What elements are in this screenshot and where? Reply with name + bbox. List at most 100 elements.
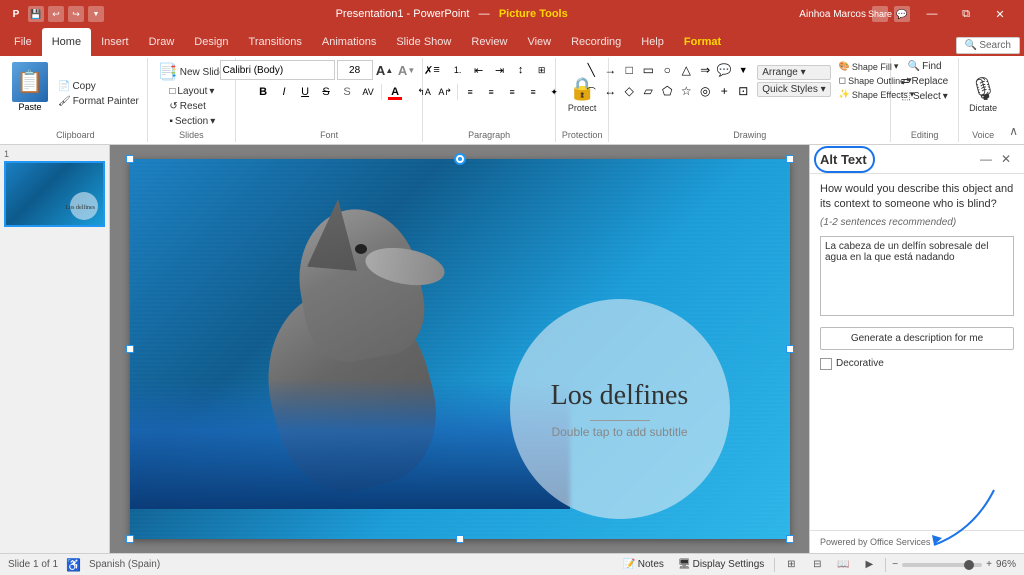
tab-insert[interactable]: Insert — [91, 28, 139, 56]
dictate-button[interactable]: 🎙 Dictate — [965, 74, 1001, 115]
handle-bm[interactable] — [456, 535, 464, 543]
minimize-button[interactable]: — — [916, 0, 948, 28]
align-center-button[interactable]: ≡ — [481, 82, 501, 102]
font-color-button[interactable]: A — [385, 82, 405, 102]
tab-format[interactable]: Format — [674, 28, 731, 56]
star-shape[interactable]: ☆ — [676, 81, 696, 101]
strikethrough-button[interactable]: S — [316, 82, 336, 102]
zoom-in-button[interactable]: + — [986, 559, 992, 570]
dbl-arrow-shape[interactable]: ↔ — [600, 81, 620, 101]
search-box[interactable]: 🔍 Search — [956, 37, 1020, 54]
slide-sorter-button[interactable]: ⊟ — [807, 557, 827, 573]
collapse-ribbon-button[interactable]: ∧ — [1007, 122, 1020, 140]
replace-button[interactable]: ⇄ Replace — [897, 75, 952, 88]
display-settings-button[interactable]: 🖥 Display Settings — [674, 558, 768, 571]
tab-design[interactable]: Design — [184, 28, 238, 56]
parallelogram-shape[interactable]: ▱ — [638, 81, 658, 101]
tab-review[interactable]: Review — [461, 28, 517, 56]
quick-access-save[interactable]: 💾 — [28, 6, 44, 22]
triangle-shape[interactable]: △ — [676, 60, 696, 80]
format-painter-button[interactable]: 🖌 Format Painter — [54, 95, 143, 108]
restore-button[interactable]: ⧉ — [950, 0, 982, 28]
arrow-shape[interactable]: → — [600, 60, 620, 80]
comments-button[interactable]: 💬 — [894, 6, 910, 22]
font-size-input[interactable] — [337, 60, 373, 80]
align-left-button[interactable]: ≡ — [460, 82, 480, 102]
find-button[interactable]: 🔍 Find — [904, 60, 946, 73]
normal-view-button[interactable]: ⊞ — [781, 557, 801, 573]
handle-br[interactable] — [786, 535, 794, 543]
handle-tr[interactable] — [786, 155, 794, 163]
more-shapes[interactable]: ▼ — [733, 60, 753, 80]
connector-shape[interactable]: ⌒ — [581, 81, 601, 101]
frame-shape[interactable]: ⊡ — [733, 81, 753, 101]
tab-transitions[interactable]: Transitions — [239, 28, 312, 56]
section-button[interactable]: ▪ Section ▾ — [165, 115, 219, 128]
slide-thumbnail[interactable]: Los delfines — [4, 161, 105, 227]
decrease-indent-button[interactable]: ⇤ — [469, 60, 489, 80]
handle-bl[interactable] — [126, 535, 134, 543]
tab-file[interactable]: File — [4, 28, 42, 56]
underline-button[interactable]: U — [295, 82, 315, 102]
layout-button[interactable]: □ Layout ▾ — [165, 85, 219, 98]
quick-access-undo[interactable]: ↩ — [48, 6, 64, 22]
copy-button[interactable]: 📄 Copy — [54, 80, 143, 93]
zoom-out-button[interactable]: − — [892, 559, 898, 570]
paste-button[interactable]: 📋 Paste — [8, 60, 52, 128]
tab-help[interactable]: Help — [631, 28, 674, 56]
columns-button[interactable]: ⊞ — [532, 60, 552, 80]
text-dir-ltr-button[interactable]: ↰A — [414, 82, 434, 102]
line-spacing-button[interactable]: ↕ — [511, 60, 531, 80]
numbering-button[interactable]: 1. — [448, 60, 468, 80]
select-button[interactable]: ⬚ Select ▾ — [897, 90, 951, 103]
share-button[interactable]: Share — [872, 6, 888, 22]
tab-slideshow[interactable]: Slide Show — [386, 28, 461, 56]
bullets-button[interactable]: ≡ — [427, 60, 447, 80]
donut-shape[interactable]: ◎ — [695, 81, 715, 101]
text-dir-rtl-button[interactable]: A↱ — [435, 82, 455, 102]
pentagon-shape[interactable]: ⬠ — [657, 81, 677, 101]
quick-styles-button[interactable]: Quick Styles ▾ — [757, 82, 830, 97]
zoom-slider[interactable] — [902, 563, 982, 567]
alt-text-close-button[interactable]: ✕ — [998, 151, 1014, 167]
tab-draw[interactable]: Draw — [139, 28, 185, 56]
shadow-button[interactable]: S — [337, 82, 357, 102]
tab-animations[interactable]: Animations — [312, 28, 386, 56]
handle-mr[interactable] — [786, 345, 794, 353]
close-button[interactable]: ✕ — [984, 0, 1016, 28]
font-name-select[interactable] — [220, 60, 335, 80]
alt-text-input[interactable]: La cabeza de un delfín sobresale del agu… — [820, 236, 1014, 316]
reset-button[interactable]: ↺ Reset — [165, 100, 219, 113]
tab-recording[interactable]: Recording — [561, 28, 631, 56]
increase-font-button[interactable]: A▲ — [375, 60, 395, 80]
right-arrow-shape[interactable]: ⇒ — [695, 60, 715, 80]
alt-text-minimize-button[interactable]: — — [978, 151, 994, 167]
rect-shape[interactable]: □ — [619, 60, 639, 80]
line-shape[interactable]: ╲ — [581, 60, 601, 80]
tab-home[interactable]: Home — [42, 28, 91, 56]
arrange-button[interactable]: Arrange ▾ — [757, 65, 830, 80]
circle-shape[interactable]: ○ — [657, 60, 677, 80]
quick-access-redo[interactable]: ↪ — [68, 6, 84, 22]
rounded-rect-shape[interactable]: ▭ — [638, 60, 658, 80]
quick-access-customize[interactable]: ▼ — [88, 6, 104, 22]
justify-button[interactable]: ≡ — [523, 82, 543, 102]
italic-button[interactable]: I — [274, 82, 294, 102]
tab-view[interactable]: View — [517, 28, 561, 56]
reading-view-button[interactable]: 📖 — [833, 557, 853, 573]
align-right-button[interactable]: ≡ — [502, 82, 522, 102]
slideshow-view-button[interactable]: ▶ — [859, 557, 879, 573]
char-spacing-button[interactable]: AV — [358, 82, 378, 102]
generate-description-button[interactable]: Generate a description for me — [820, 327, 1014, 350]
callout-shape[interactable]: 💬 — [714, 60, 734, 80]
plus-shape[interactable]: + — [714, 81, 734, 101]
decorative-checkbox[interactable] — [820, 358, 832, 370]
diamond-shape[interactable]: ◇ — [619, 81, 639, 101]
notes-button[interactable]: 📝 Notes — [619, 558, 668, 571]
bold-button[interactable]: B — [253, 82, 273, 102]
handle-tl[interactable] — [126, 155, 134, 163]
increase-indent-button[interactable]: ⇥ — [490, 60, 510, 80]
powerpoint-icon[interactable]: P — [8, 6, 24, 22]
new-slide-button[interactable]: 📑 New Slide — [154, 60, 229, 84]
accessibility-icon[interactable]: ♿ — [66, 558, 81, 572]
